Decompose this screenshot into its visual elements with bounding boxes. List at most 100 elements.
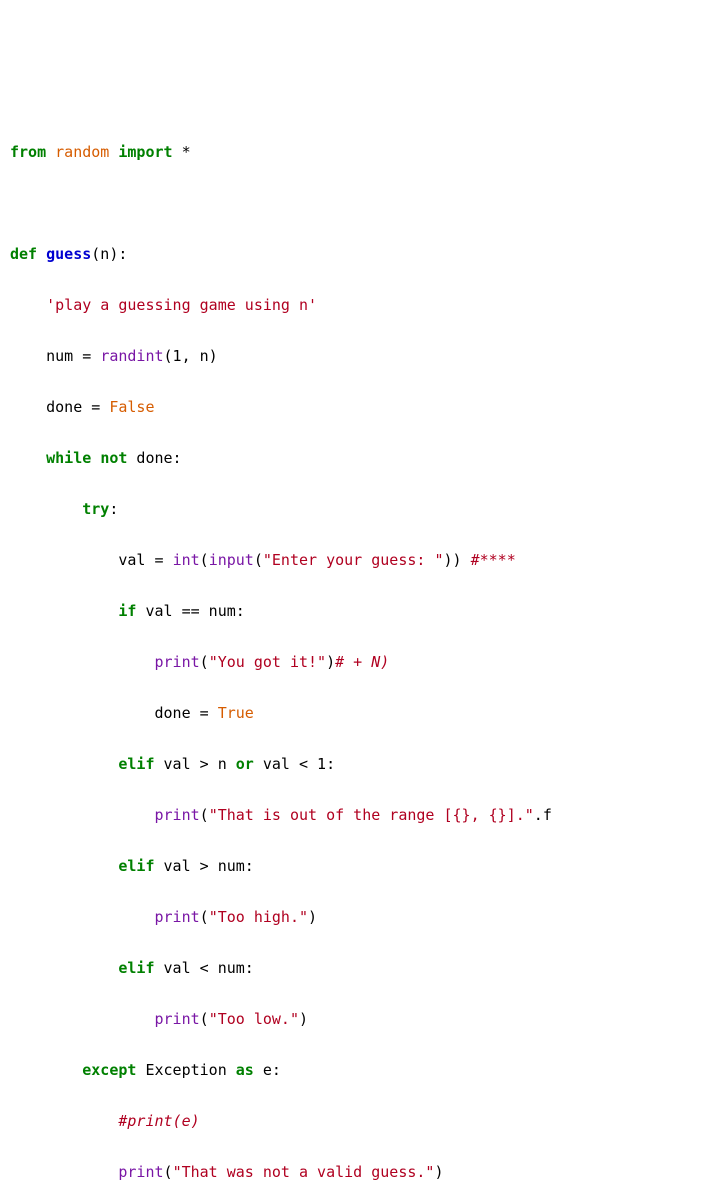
- cond: val > n: [155, 755, 236, 773]
- string: "That is out of the range [{}, {}].": [209, 806, 534, 824]
- close: ): [308, 908, 317, 926]
- indent: [10, 1061, 82, 1079]
- var: e:: [254, 1061, 281, 1079]
- cond: val == num:: [136, 602, 244, 620]
- kw-elif: elif: [118, 755, 154, 773]
- kw-elif: elif: [118, 959, 154, 977]
- blank-line: [10, 191, 710, 217]
- indent: [10, 806, 155, 824]
- indent: [10, 908, 155, 926]
- sp: [91, 449, 100, 467]
- indent: [10, 1010, 155, 1028]
- lhs: done =: [46, 398, 109, 416]
- close: )): [444, 551, 462, 569]
- close: ): [434, 1163, 443, 1181]
- lhs: num =: [46, 347, 100, 365]
- code-line: print("You got it!")# + N): [10, 650, 710, 676]
- fn-int: int: [173, 551, 200, 569]
- string: "That was not a valid guess.": [173, 1163, 435, 1181]
- kw-try: try: [82, 500, 109, 518]
- code-line: print("That was not a valid guess."): [10, 1160, 710, 1186]
- kw-def: def: [10, 245, 37, 263]
- code-line: def guess(n):: [10, 242, 710, 268]
- indent: [10, 1163, 118, 1181]
- op: (: [200, 653, 209, 671]
- cond: val < num:: [155, 959, 254, 977]
- code-line: try:: [10, 497, 710, 523]
- const-false: False: [109, 398, 154, 416]
- comment: #print(e): [118, 1112, 199, 1130]
- tail: .f: [534, 806, 552, 824]
- indent: [10, 1112, 118, 1130]
- indent: [10, 602, 118, 620]
- fn-randint: randint: [100, 347, 163, 365]
- fn-print: print: [118, 1163, 163, 1181]
- lhs: val =: [118, 551, 172, 569]
- const-true: True: [218, 704, 254, 722]
- colon: :: [109, 500, 118, 518]
- cond: val < 1:: [254, 755, 335, 773]
- op: (: [200, 1010, 209, 1028]
- indent: [10, 653, 155, 671]
- mod-name: random: [55, 143, 109, 161]
- close: ): [299, 1010, 308, 1028]
- kw-while: while: [46, 449, 91, 467]
- sp: [37, 245, 46, 263]
- code-line: done = False: [10, 395, 710, 421]
- kw-or: or: [236, 755, 254, 773]
- code-line: num = randint(1, n): [10, 344, 710, 370]
- fn-print: print: [155, 908, 200, 926]
- kw-as: as: [236, 1061, 254, 1079]
- op: (: [164, 1163, 173, 1181]
- kw-from: from: [10, 143, 46, 161]
- indent: [10, 500, 82, 518]
- fn-print: print: [155, 806, 200, 824]
- cond: val > num:: [155, 857, 254, 875]
- op: (: [200, 908, 209, 926]
- exc: Exception: [136, 1061, 235, 1079]
- indent: [10, 755, 118, 773]
- star: *: [182, 143, 191, 161]
- code-line: print("Too high."): [10, 905, 710, 931]
- code-line: if val == num:: [10, 599, 710, 625]
- cond: done:: [127, 449, 181, 467]
- kw-except: except: [82, 1061, 136, 1079]
- docstring: 'play a guessing game using n': [46, 296, 317, 314]
- code-line: except Exception as e:: [10, 1058, 710, 1084]
- indent: [10, 857, 118, 875]
- op: (: [200, 551, 209, 569]
- sp: [173, 143, 182, 161]
- code-block: from random import * def guess(n): 'play…: [10, 114, 710, 1200]
- fn-print: print: [155, 1010, 200, 1028]
- code-line: from random import *: [10, 140, 710, 166]
- kw-elif: elif: [118, 857, 154, 875]
- sp: [46, 143, 55, 161]
- sig: (n):: [91, 245, 127, 263]
- fn-input: input: [209, 551, 254, 569]
- func-name: guess: [46, 245, 91, 263]
- kw-not: not: [100, 449, 127, 467]
- code-line: 'play a guessing game using n': [10, 293, 710, 319]
- code-line: elif val < num:: [10, 956, 710, 982]
- op: (: [254, 551, 263, 569]
- code-line: elif val > n or val < 1:: [10, 752, 710, 778]
- args: (1, n): [164, 347, 218, 365]
- string: "Enter your guess: ": [263, 551, 444, 569]
- code-line: print("That is out of the range [{}, {}]…: [10, 803, 710, 829]
- indent: [10, 551, 118, 569]
- string: "Too high.": [209, 908, 308, 926]
- code-line: while not done:: [10, 446, 710, 472]
- kw-if: if: [118, 602, 136, 620]
- indent: [10, 704, 155, 722]
- indent: [10, 347, 46, 365]
- op: (: [200, 806, 209, 824]
- comment: # + N): [335, 653, 389, 671]
- code-line: print("Too low."): [10, 1007, 710, 1033]
- code-line: done = True: [10, 701, 710, 727]
- indent: [10, 449, 46, 467]
- comment: #****: [471, 551, 516, 569]
- indent: [10, 398, 46, 416]
- code-line: elif val > num:: [10, 854, 710, 880]
- lhs: done =: [155, 704, 218, 722]
- sp: [462, 551, 471, 569]
